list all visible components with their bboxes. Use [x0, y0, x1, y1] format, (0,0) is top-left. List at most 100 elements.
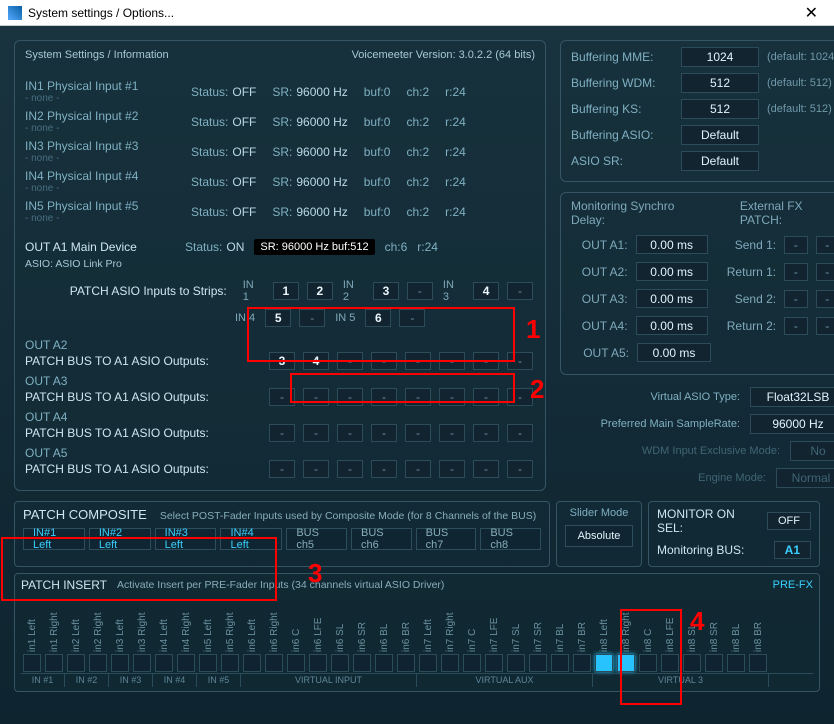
bus-slot[interactable]: -	[371, 460, 397, 478]
bus-slot[interactable]: -	[371, 424, 397, 442]
insert-toggle[interactable]	[353, 654, 371, 672]
insert-toggle[interactable]	[243, 654, 261, 672]
bus-slot[interactable]: 3	[269, 352, 295, 370]
bus-slot[interactable]: -	[303, 424, 329, 442]
bus-slot[interactable]: -	[337, 352, 363, 370]
insert-toggle[interactable]	[727, 654, 745, 672]
insert-toggle[interactable]	[23, 654, 41, 672]
composite-btn[interactable]: IN#1 Left	[23, 528, 85, 550]
insert-toggle[interactable]	[441, 654, 459, 672]
composite-btn[interactable]: BUS ch8	[480, 528, 541, 550]
patch-slot[interactable]: -	[299, 309, 325, 327]
bus-slot[interactable]: -	[507, 460, 533, 478]
bus-slot[interactable]: -	[337, 424, 363, 442]
bus-slot[interactable]: -	[473, 460, 499, 478]
engine-mode[interactable]: Normal	[776, 468, 834, 488]
buffer-value[interactable]: 512	[681, 73, 759, 93]
insert-toggle[interactable]	[529, 654, 547, 672]
insert-toggle[interactable]	[573, 654, 591, 672]
insert-toggle[interactable]	[309, 654, 327, 672]
insert-toggle[interactable]	[551, 654, 569, 672]
insert-toggle[interactable]	[661, 654, 679, 672]
insert-toggle[interactable]	[375, 654, 393, 672]
insert-toggle[interactable]	[397, 654, 415, 672]
patch-slot[interactable]: 4	[473, 282, 499, 300]
bus-slot[interactable]: -	[371, 352, 397, 370]
bus-slot[interactable]: -	[473, 352, 499, 370]
pre-fx-label[interactable]: PRE-FX	[773, 579, 813, 591]
fx-slot[interactable]: -	[784, 263, 807, 281]
patch-slot[interactable]: 6	[365, 309, 391, 327]
delay-value[interactable]: 0.00 ms	[636, 289, 708, 308]
patch-slot[interactable]: -	[407, 282, 433, 300]
close-button[interactable]: ✕	[797, 3, 826, 23]
fx-slot[interactable]: -	[784, 236, 807, 254]
bus-slot[interactable]: -	[269, 424, 295, 442]
slider-mode[interactable]: Absolute	[565, 525, 633, 547]
insert-toggle[interactable]	[287, 654, 305, 672]
bus-slot[interactable]: -	[269, 460, 295, 478]
insert-toggle[interactable]	[45, 654, 63, 672]
composite-btn[interactable]: BUS ch7	[416, 528, 477, 550]
buffer-value[interactable]: 512	[681, 99, 759, 119]
bus-slot[interactable]: -	[439, 424, 465, 442]
fx-slot[interactable]: -	[784, 290, 807, 308]
bus-slot[interactable]: 4	[303, 352, 329, 370]
insert-toggle[interactable]	[155, 654, 173, 672]
bus-slot[interactable]: -	[405, 460, 431, 478]
bus-slot[interactable]: -	[507, 352, 533, 370]
insert-toggle[interactable]	[639, 654, 657, 672]
patch-slot[interactable]: -	[399, 309, 425, 327]
insert-toggle[interactable]	[177, 654, 195, 672]
buffer-value[interactable]: Default	[681, 151, 759, 171]
bus-slot[interactable]: -	[337, 460, 363, 478]
buffer-value[interactable]: 1024	[681, 47, 759, 67]
wdm-exclusive[interactable]: No	[790, 441, 834, 461]
insert-toggle[interactable]	[133, 654, 151, 672]
fx-slot[interactable]: -	[816, 263, 834, 281]
insert-toggle[interactable]	[199, 654, 217, 672]
bus-slot[interactable]: -	[439, 388, 465, 406]
virtual-asio-type[interactable]: Float32LSB	[750, 387, 834, 407]
insert-toggle[interactable]	[507, 654, 525, 672]
bus-slot[interactable]: -	[473, 424, 499, 442]
bus-slot[interactable]: -	[303, 388, 329, 406]
bus-slot[interactable]: -	[303, 460, 329, 478]
insert-toggle[interactable]	[617, 654, 635, 672]
bus-slot[interactable]: -	[473, 388, 499, 406]
delay-value[interactable]: 0.00 ms	[636, 316, 708, 335]
delay-value[interactable]: 0.00 ms	[637, 343, 711, 362]
bus-slot[interactable]: -	[439, 352, 465, 370]
delay-value[interactable]: 0.00 ms	[636, 235, 708, 254]
insert-toggle[interactable]	[705, 654, 723, 672]
insert-toggle[interactable]	[683, 654, 701, 672]
insert-toggle[interactable]	[111, 654, 129, 672]
insert-toggle[interactable]	[595, 654, 613, 672]
delay-value[interactable]: 0.00 ms	[636, 262, 708, 281]
insert-toggle[interactable]	[463, 654, 481, 672]
buffer-value[interactable]: Default	[681, 125, 759, 145]
patch-slot[interactable]: -	[507, 282, 533, 300]
monitoring-bus[interactable]: A1	[774, 541, 811, 559]
insert-toggle[interactable]	[485, 654, 503, 672]
bus-slot[interactable]: -	[439, 460, 465, 478]
insert-toggle[interactable]	[221, 654, 239, 672]
composite-btn[interactable]: IN#3 Left	[155, 528, 217, 550]
bus-slot[interactable]: -	[405, 424, 431, 442]
composite-btn[interactable]: IN#4 Left	[220, 528, 282, 550]
fx-slot[interactable]: -	[816, 290, 834, 308]
insert-toggle[interactable]	[749, 654, 767, 672]
bus-slot[interactable]: -	[405, 388, 431, 406]
bus-slot[interactable]: -	[405, 352, 431, 370]
bus-slot[interactable]: -	[371, 388, 397, 406]
composite-btn[interactable]: BUS ch5	[286, 528, 347, 550]
composite-btn[interactable]: IN#2 Left	[89, 528, 151, 550]
patch-slot[interactable]: 2	[307, 282, 333, 300]
fx-slot[interactable]: -	[816, 317, 834, 335]
insert-toggle[interactable]	[89, 654, 107, 672]
bus-slot[interactable]: -	[507, 424, 533, 442]
patch-slot[interactable]: 1	[273, 282, 299, 300]
insert-toggle[interactable]	[265, 654, 283, 672]
patch-slot[interactable]: 3	[373, 282, 399, 300]
bus-slot[interactable]: -	[269, 388, 295, 406]
